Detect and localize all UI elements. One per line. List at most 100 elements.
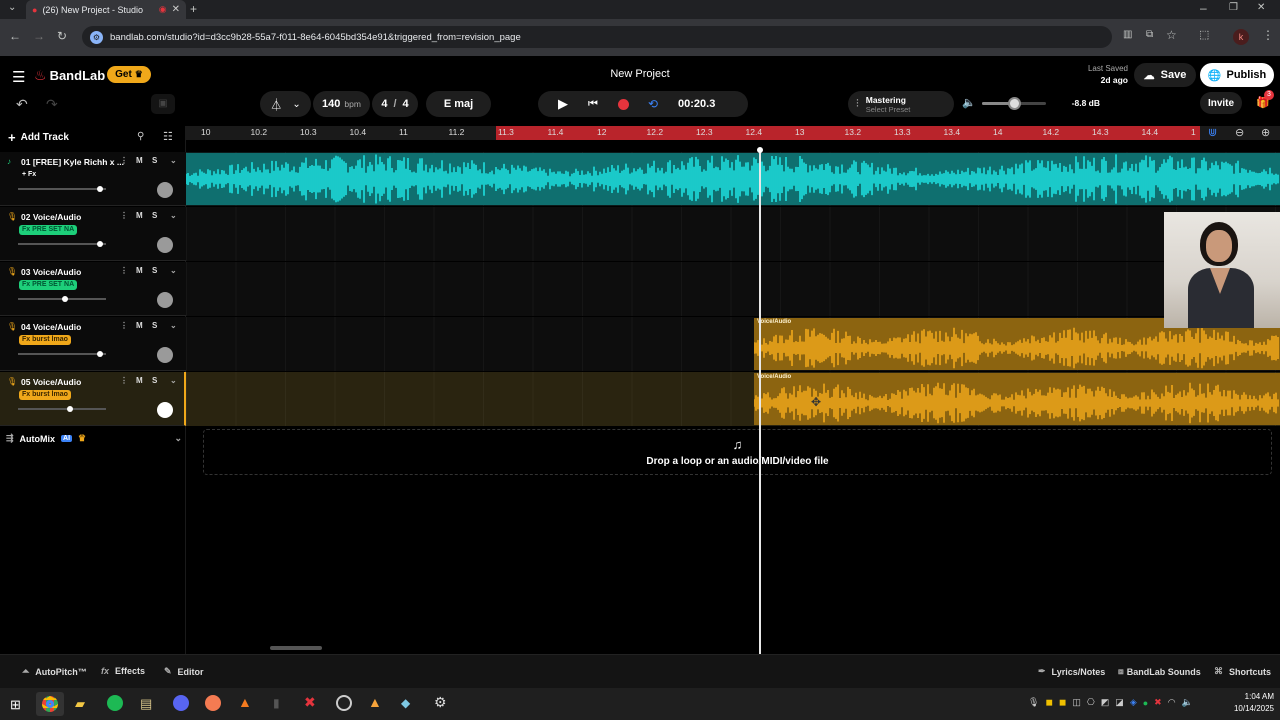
chevron-down-icon[interactable]: ⌄ (174, 433, 182, 444)
pan-knob[interactable] (157, 347, 173, 363)
mastering-button[interactable]: ⫶ Mastering Select Preset (848, 91, 954, 117)
tempo-field[interactable]: 140 bpm (313, 91, 370, 117)
app-x-icon[interactable]: ✖ (304, 694, 316, 711)
close-tab-icon[interactable]: ✕ (172, 4, 180, 15)
shortcuts-button[interactable]: ⌘ Shortcuts (1214, 666, 1271, 677)
track-menu-icon[interactable]: ⋮ (120, 156, 128, 165)
track-settings-icon[interactable]: ☷ (163, 130, 173, 143)
bandlab-logo[interactable]: ♨ BandLab (34, 67, 105, 84)
key-field[interactable]: E maj (426, 91, 491, 117)
snap-magnet-icon[interactable]: ⋓ (1208, 126, 1217, 139)
solo-button[interactable]: S (152, 376, 157, 385)
volume-tray-icon[interactable]: 🔈 (1182, 697, 1193, 708)
fx-preset-badge[interactable]: Fx burst lmao (19, 335, 71, 345)
track-volume-slider[interactable] (18, 351, 106, 357)
file-explorer-icon[interactable]: ▰ (75, 696, 85, 712)
horizontal-scrollbar[interactable] (270, 646, 322, 650)
fx-add-badge[interactable]: + Fx (19, 170, 39, 180)
redo-icon[interactable]: ↷ (46, 96, 58, 113)
webcam-video-overlay[interactable] (1164, 212, 1280, 328)
track-row-2[interactable]: 🎙 02 Voice/Audio Fx PRE SET NA ⋮ M S ⌄ (0, 207, 186, 261)
mute-button[interactable]: M (136, 211, 143, 220)
save-button[interactable]: ☁ Save (1134, 63, 1196, 87)
mic-tray-icon[interactable]: 🎙 (1028, 697, 1039, 708)
lyrics-notes-button[interactable]: ✒ Lyrics/Notes (1038, 666, 1105, 677)
track-menu-icon[interactable]: ⋮ (120, 266, 128, 275)
play-icon[interactable]: ▶ (548, 96, 578, 112)
bookmark-star-icon[interactable]: ☆ (1166, 28, 1177, 42)
track-row-5[interactable]: 🎙 05 Voice/Audio Fx burst lmao ⋮ M S ⌄ (0, 372, 186, 426)
cast-icon[interactable]: ⧉ (1146, 29, 1153, 40)
site-info-icon[interactable]: ⚙ (90, 30, 103, 44)
invite-button[interactable]: Invite (1200, 92, 1242, 114)
track-volume-slider[interactable] (18, 296, 106, 302)
track-row-3[interactable]: 🎙 03 Voice/Audio Fx PRE SET NA ⋮ M S ⌄ (0, 262, 186, 316)
tray-app-icon[interactable]: ✖ (1154, 697, 1162, 708)
zoom-in-icon[interactable]: ⊕ (1261, 126, 1270, 139)
expand-chevron-icon[interactable]: ⌄ (170, 266, 177, 275)
mute-button[interactable]: M (136, 266, 143, 275)
pattern-icon[interactable]: ▣ (151, 94, 175, 114)
solo-button[interactable]: S (152, 321, 157, 330)
tray-app-icon[interactable]: ⎔ (1087, 697, 1095, 708)
hamburger-menu-icon[interactable]: ☰ (12, 68, 25, 86)
time-signature-field[interactable]: 4 / 4 (372, 91, 418, 117)
undo-icon[interactable]: ↶ (16, 96, 28, 113)
audio-clip-track-5[interactable]: Voice/Audio (754, 373, 1280, 425)
track-volume-slider[interactable] (18, 241, 106, 247)
add-track-button[interactable]: + Add Track (8, 130, 69, 145)
track-volume-slider[interactable] (18, 406, 106, 412)
windows-start-icon[interactable]: ⊞ (10, 697, 21, 713)
track-name[interactable]: 04 Voice/Audio (21, 322, 81, 332)
track-menu-icon[interactable]: ⋮ (120, 376, 128, 385)
get-membership-button[interactable]: Get ♛ (107, 66, 151, 83)
back-icon[interactable]: ← (9, 29, 21, 43)
editor-button[interactable]: ✎ Editor (164, 666, 204, 677)
track-name[interactable]: 02 Voice/Audio (21, 212, 81, 222)
pan-knob[interactable] (157, 237, 173, 253)
extensions-icon[interactable]: ⬚ (1199, 28, 1209, 41)
mute-button[interactable]: M (136, 156, 143, 165)
wifi-icon[interactable]: ◠ (1168, 697, 1176, 708)
browser-tab[interactable]: ● (26) New Project - Studio ◉ ✕ (26, 0, 186, 19)
tray-app-icon[interactable]: ◼ (1059, 697, 1066, 708)
app-gray-icon[interactable]: ▮ (273, 696, 280, 710)
fx-preset-badge[interactable]: Fx PRE SET NA (19, 225, 78, 235)
track-row-4[interactable]: 🎙 04 Voice/Audio Fx burst lmao ⋮ M S ⌄ (0, 317, 186, 371)
automix-row[interactable]: ⇶ AutoMix AI ♛ ⌄ (6, 433, 182, 444)
bandlab-sounds-button[interactable]: ⧈ BandLab Sounds (1118, 666, 1201, 677)
discord-icon[interactable] (173, 695, 189, 711)
app-blue-icon[interactable]: ◆ (401, 696, 410, 710)
clock[interactable]: 1:04 AM 10/14/2025 (1226, 691, 1274, 715)
chrome-app-icon[interactable] (42, 696, 58, 712)
track-menu-icon[interactable]: ⋮ (120, 321, 128, 330)
app-a-icon[interactable]: ▲ (238, 694, 252, 710)
spotify-icon[interactable] (107, 695, 123, 711)
new-tab-icon[interactable]: + (190, 2, 197, 16)
notes-app-icon[interactable]: ▤ (140, 696, 152, 712)
reload-icon[interactable]: ↻ (57, 29, 67, 43)
forward-icon[interactable]: → (33, 29, 45, 43)
tray-app-icon[interactable]: ◈ (1130, 697, 1137, 708)
app-circle-icon[interactable] (336, 695, 352, 711)
record-icon[interactable] (608, 98, 638, 110)
lane-2[interactable] (186, 207, 1280, 261)
track-row-1[interactable]: ♪ 01 [FREE] Kyle Richh x ... + Fx ⋮ M S … (0, 152, 186, 206)
solo-button[interactable]: S (152, 156, 157, 165)
minimize-icon[interactable]: – (1200, 1, 1207, 15)
expand-chevron-icon[interactable]: ⌄ (170, 156, 177, 165)
fx-preset-badge[interactable]: Fx burst lmao (19, 390, 71, 400)
track-menu-icon[interactable]: ⋮ (120, 211, 128, 220)
playhead[interactable] (759, 149, 761, 654)
reader-icon[interactable]: ▥ (1123, 29, 1132, 40)
loop-icon[interactable]: ⟲ (638, 97, 668, 111)
track-name[interactable]: 01 [FREE] Kyle Richh x ... (21, 157, 124, 167)
zoom-out-icon[interactable]: ⊖ (1235, 126, 1244, 139)
speaker-icon[interactable]: 🔈 (962, 96, 976, 109)
drop-zone[interactable]: ♫ Drop a loop or an audio/MIDI/video fil… (203, 429, 1272, 475)
tray-app-icon[interactable]: ◪ (1115, 697, 1124, 708)
track-name[interactable]: 03 Voice/Audio (21, 267, 81, 277)
restore-icon[interactable]: ❐ (1229, 2, 1238, 13)
mute-button[interactable]: M (136, 376, 143, 385)
tray-app-icon[interactable]: ◼ (1045, 697, 1052, 708)
